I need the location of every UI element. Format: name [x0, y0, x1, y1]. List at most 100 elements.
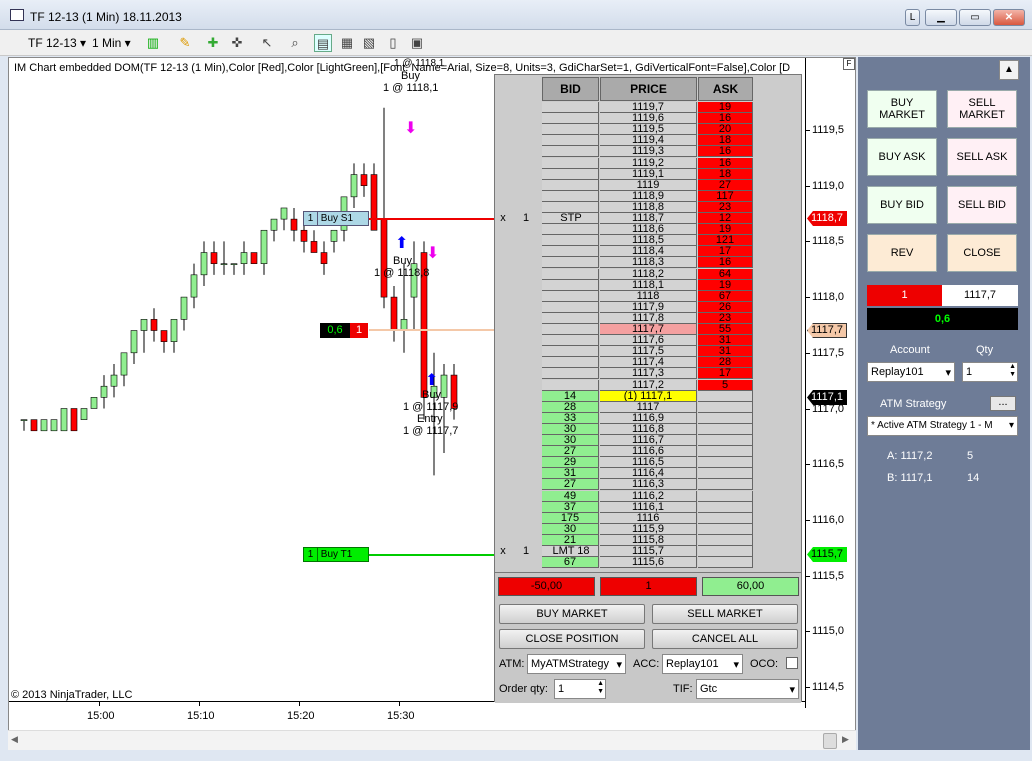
add-indicator-icon[interactable]: ✚ [204, 34, 222, 52]
dom-bid-cell[interactable]: 31 [542, 468, 599, 480]
dom-row[interactable]: 30 1116,7 [495, 435, 803, 446]
dom-bid-cell[interactable] [542, 146, 599, 158]
dom-ask-cell[interactable]: 23 [698, 201, 753, 213]
interval-selector[interactable]: 1 Min ▾ [92, 36, 131, 50]
dom-cancel-all-button[interactable]: CANCEL ALL [652, 629, 798, 649]
dom-bid-cell[interactable] [542, 190, 599, 202]
dom-row[interactable]: 1118 67 [495, 290, 803, 302]
dom-bid-cell[interactable]: 49 [542, 490, 599, 502]
dom-row[interactable]: 1118,5 121 [495, 235, 803, 247]
dom-price-cell[interactable]: 1117,6 [600, 335, 697, 347]
dom-ask-cell[interactable]: 20 [698, 124, 753, 136]
dom-ask-cell[interactable]: 5 [698, 379, 753, 391]
dom-bid-cell[interactable] [542, 168, 599, 180]
dom-ask-cell[interactable]: 55 [698, 324, 753, 335]
dom-bid-cell[interactable] [542, 235, 599, 247]
dom-ask-cell[interactable]: 16 [698, 157, 753, 169]
properties-icon[interactable]: ▧ [360, 34, 378, 52]
dom-bid-cell[interactable] [542, 179, 599, 191]
dom-price-cell[interactable]: 1117,7 [600, 324, 697, 335]
dom-bid-cell[interactable] [542, 335, 599, 347]
dom-price-cell[interactable]: 1116,7 [600, 435, 697, 446]
dom-ask-cell[interactable]: 17 [698, 246, 753, 258]
dom-row[interactable]: 31 1116,4 [495, 468, 803, 480]
dom-ask-cell[interactable] [698, 523, 753, 535]
dom-row[interactable]: 37 1116,1 [495, 501, 803, 513]
dom-ask-cell[interactable]: 12 [698, 213, 753, 224]
drawing-pencil-icon[interactable]: ✎ [176, 34, 194, 52]
dom-bid-cell[interactable] [542, 135, 599, 147]
dom-price-cell[interactable]: 1117,5 [600, 346, 697, 358]
dom-row[interactable]: 27 1116,6 [495, 446, 803, 458]
dom-row[interactable]: 1118,8 23 [495, 201, 803, 213]
panel-close-button[interactable]: CLOSE [947, 234, 1017, 272]
dom-ask-cell[interactable]: 16 [698, 257, 753, 269]
dom-price-cell[interactable]: 1116,6 [600, 446, 697, 458]
dom-row[interactable]: 30 1116,8 [495, 423, 803, 435]
dom-ask-cell[interactable] [698, 423, 753, 435]
dom-bid-cell[interactable]: 29 [542, 457, 599, 469]
dom-bid-cell[interactable] [542, 268, 599, 280]
stop-order-tag[interactable]: 1 Buy S1 [303, 211, 369, 226]
dom-row[interactable]: 1118,1 19 [495, 279, 803, 291]
dom-ask-cell[interactable] [698, 412, 753, 424]
dom-ask-cell[interactable] [698, 490, 753, 502]
dom-price-cell[interactable]: 1116,2 [600, 490, 697, 502]
dom-price-cell[interactable]: 1119,2 [600, 157, 697, 169]
dom-price-cell[interactable]: 1116,3 [600, 479, 697, 491]
dom-ask-cell[interactable]: 26 [698, 301, 753, 313]
dom-ask-cell[interactable]: 18 [698, 135, 753, 147]
dom-price-cell[interactable]: (1) 1117,1 [600, 390, 697, 402]
dom-row[interactable]: 28 1117 [495, 401, 803, 413]
panel-sell-bid-button[interactable]: SELL BID [947, 186, 1017, 224]
dom-bid-cell[interactable] [542, 124, 599, 136]
scroll-left-icon[interactable]: ◀ [11, 734, 18, 745]
dom-price-cell[interactable]: 1119,6 [600, 113, 697, 125]
panel-qty-input[interactable]: 1 ▲ ▼ [962, 362, 1018, 382]
dom-bid-cell[interactable] [542, 368, 599, 380]
dom-price-cell[interactable]: 1116 [600, 512, 697, 524]
dom-price-cell[interactable]: 1117 [600, 401, 697, 413]
dom-row[interactable]: 1119,1 18 [495, 168, 803, 180]
scroll-right-icon[interactable]: ▶ [842, 734, 849, 745]
dom-ask-cell[interactable]: 31 [698, 335, 753, 347]
dom-ask-cell[interactable]: 64 [698, 268, 753, 280]
dom-bid-cell[interactable] [542, 301, 599, 313]
dom-row[interactable]: 67 1115,6 [495, 557, 803, 569]
dom-row[interactable]: 33 1116,9 [495, 412, 803, 424]
copy-icon[interactable]: ▯ [384, 34, 402, 52]
dom-row[interactable]: 1119,3 16 [495, 146, 803, 158]
dom-ask-cell[interactable] [698, 435, 753, 446]
zoom-icon[interactable]: ⌕ [286, 34, 304, 52]
dom-bid-cell[interactable] [542, 357, 599, 369]
dom-close-position-button[interactable]: CLOSE POSITION [499, 629, 645, 649]
dom-price-cell[interactable]: 1119,7 [600, 102, 697, 113]
dom-row[interactable]: 1119 27 [495, 179, 803, 191]
dom-price-cell[interactable]: 1115,7 [600, 546, 697, 557]
dom-row[interactable]: 29 1116,5 [495, 457, 803, 469]
dom-bid-cell[interactable] [542, 157, 599, 169]
dom-bid-cell[interactable] [542, 113, 599, 125]
dom-price-cell[interactable]: 1118,7 [600, 213, 697, 224]
dom-bid-cell[interactable]: 30 [542, 423, 599, 435]
dom-row[interactable]: 21 1115,8 [495, 534, 803, 546]
dom-price-cell[interactable]: 1118,2 [600, 268, 697, 280]
dom-row[interactable]: 1118,3 16 [495, 257, 803, 269]
bar-type-icon[interactable]: ▥ [144, 34, 162, 52]
dom-ask-cell[interactable]: 121 [698, 235, 753, 247]
collapse-panel-icon[interactable]: ▲ [999, 60, 1019, 80]
dom-ask-cell[interactable] [698, 546, 753, 557]
dom-price-cell[interactable]: 1118,6 [600, 224, 697, 236]
dom-ask-cell[interactable]: 27 [698, 179, 753, 191]
dom-order-cancel-icon[interactable]: x [495, 213, 511, 224]
dom-price-cell[interactable]: 1119,3 [600, 146, 697, 158]
dom-price-cell[interactable]: 1115,8 [600, 534, 697, 546]
dom-price-cell[interactable]: 1118,8 [600, 201, 697, 213]
dom-row[interactable]: 1118,2 64 [495, 268, 803, 280]
dom-row[interactable]: 1119,6 16 [495, 113, 803, 125]
panel-account-select[interactable]: Replay101 ▾ [867, 362, 955, 382]
dom-bid-cell[interactable] [542, 379, 599, 391]
dom-price-cell[interactable]: 1116,9 [600, 412, 697, 424]
dom-ask-cell[interactable] [698, 479, 753, 491]
dom-bid-cell[interactable] [542, 279, 599, 291]
